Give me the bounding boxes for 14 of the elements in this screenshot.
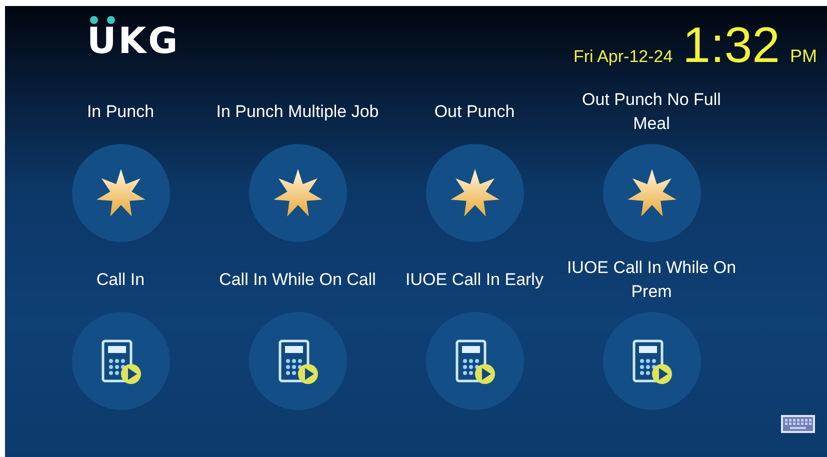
action-label: IUOE Call In Early <box>404 269 544 291</box>
action-label: In Punch Multiple Job <box>215 101 380 123</box>
keyboard-icon[interactable] <box>781 415 815 433</box>
logo-dots-icon <box>90 16 116 24</box>
meridiem-text: PM <box>790 46 817 67</box>
action-label: IUOE Call In While On Prem <box>566 257 738 303</box>
time-text: 1:32 <box>682 20 780 70</box>
date-text: Fri Apr-12-24 <box>573 47 673 67</box>
action-label: Out Punch No Full Meal <box>581 89 722 135</box>
action-label: Call In <box>95 269 146 291</box>
action-label: Out Punch <box>433 101 516 123</box>
action-label: Call In While On Call <box>218 269 377 291</box>
logo: UKG <box>87 24 180 60</box>
action-label: In Punch <box>86 101 156 123</box>
